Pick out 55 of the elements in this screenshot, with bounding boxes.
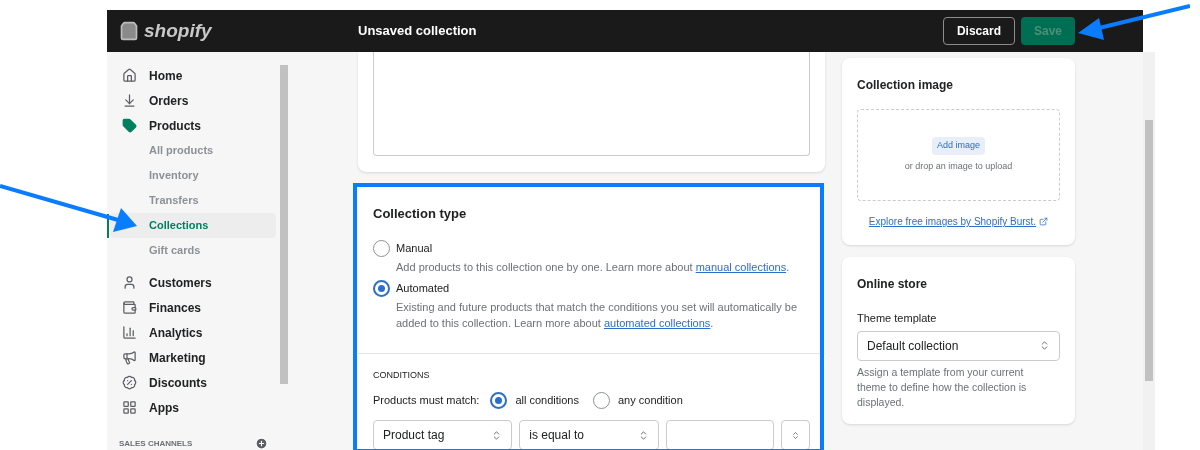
help-text: Assign a template from your current theme to define how the collection is displayed. (857, 364, 1028, 410)
scrollbar[interactable] (1145, 120, 1153, 381)
option-description: Add products to this collection one by one. Learn more about manual collections. (395, 259, 791, 275)
image-drop-zone[interactable]: Add image or drop an image to upload (857, 109, 1060, 201)
card-title: Collection type (373, 205, 468, 223)
megaphone-icon (122, 350, 137, 365)
radio-label: Manual (396, 241, 433, 257)
select-arrows-icon (791, 429, 800, 441)
nav-item[interactable]: Discounts (107, 370, 276, 395)
nav-item[interactable]: Analytics (107, 320, 276, 345)
scrollbar[interactable] (280, 65, 288, 384)
logo-text: shopify (144, 18, 212, 43)
grid-icon (122, 400, 137, 415)
operator-select[interactable]: is equal to (519, 420, 659, 450)
drop-hint: or drop an image to upload (904, 159, 1013, 173)
page-title: Unsaved collection (358, 22, 477, 41)
burst-link[interactable]: Explore free images by Shopify Burst. (868, 214, 1037, 229)
radio-button[interactable] (373, 280, 390, 297)
radio-label: any condition (617, 393, 683, 409)
percent-badge-icon (122, 375, 137, 390)
radio-button[interactable] (592, 392, 610, 409)
add-image-button[interactable]: Add image (932, 137, 985, 155)
card-title: Online store (857, 276, 928, 293)
nav-item[interactable]: Marketing (107, 345, 276, 370)
field-label: Theme template (857, 311, 938, 326)
section-heading: CONDITIONS (373, 368, 431, 382)
description-field[interactable] (373, 52, 810, 156)
home-icon (122, 68, 137, 83)
template-select[interactable]: Default collection (857, 330, 1060, 361)
radio-label: Automated (396, 281, 450, 297)
field-select[interactable]: Product tag (373, 420, 513, 450)
value-field[interactable] (665, 420, 774, 450)
radio-button[interactable] (373, 240, 390, 257)
match-label: Products must match: (373, 393, 480, 409)
radio-label: all conditions (515, 393, 579, 409)
nav-item[interactable]: Products (107, 113, 276, 138)
nav-item[interactable]: Finances (107, 295, 276, 320)
external-link-icon (1039, 217, 1049, 226)
add-icon[interactable] (255, 437, 268, 450)
value-select[interactable] (781, 420, 810, 450)
nav-item[interactable]: Home (107, 63, 276, 88)
card-title: Collection image (857, 77, 955, 94)
discard-button[interactable]: Discard (942, 17, 1015, 45)
radio-button[interactable] (490, 392, 508, 409)
nav-item[interactable]: Customers (107, 270, 276, 295)
person-icon (122, 275, 137, 290)
section-heading: SALES CHANNELS (119, 437, 193, 450)
tag-icon (122, 118, 137, 133)
nav-item[interactable]: Orders (107, 88, 276, 113)
download-icon (122, 93, 137, 108)
wallet-icon (122, 300, 137, 315)
option-description: Existing and future products that match the conditions you set will automatically be added to this collection. Learn more about automated collections. (395, 299, 799, 331)
select-arrows-icon (1039, 340, 1050, 351)
bar-chart-icon (122, 325, 137, 340)
nav-item[interactable]: Apps (107, 395, 276, 420)
